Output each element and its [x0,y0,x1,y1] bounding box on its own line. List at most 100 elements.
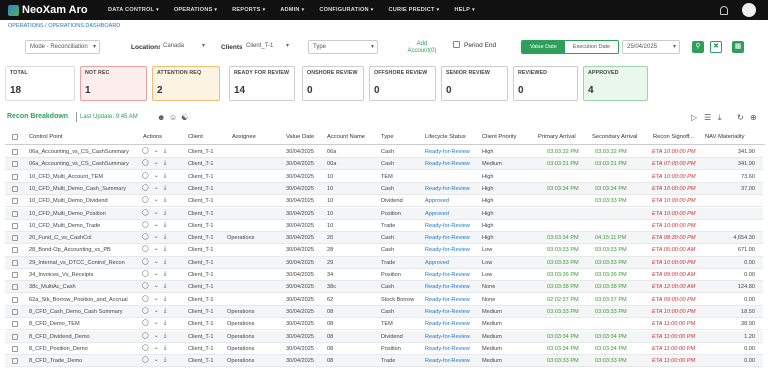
comment-icon[interactable]: ◯ [142,271,149,277]
download-icon[interactable]: ⤓ [164,185,167,191]
table-row[interactable]: 8_CFD_Position_Demo Client_T-1 Operations 3… [5,343,763,355]
table-row[interactable]: 62a_Stk_Borrow_Position_and_Accrual Clien… [5,294,763,306]
list-icon[interactable]: ☰ [704,113,711,122]
nav-item[interactable]: OPERATIONS ▾ [174,7,217,13]
cell-cp[interactable]: 10_CFD_Multi_Demo_Position [29,211,106,217]
download-icon[interactable]: ⤓ [164,320,167,326]
cell-cp[interactable]: 10_CFD_Multi_Demo_Dividend [29,198,108,204]
row-checkbox[interactable] [12,296,18,303]
table-row[interactable]: 10_CFD_Multi_Demo_Position Client_T-1 30/0… [5,207,763,220]
nav-item[interactable]: HELP ▾ [454,7,474,13]
app-logo[interactable]: NeoXam Aro [8,4,108,16]
cell-status[interactable]: Ready-for-Review [425,334,470,340]
row-checkbox[interactable] [12,185,18,192]
table-row[interactable]: 10_CFD_Multi_Account_TEM Client_T-1 30/04/… [5,171,763,183]
table-row[interactable]: 10_CFD_Multi_Demo_Cash_Summary Client_T-1… [5,182,763,196]
execution-date-tab[interactable]: Execution Date [564,41,619,53]
user-icon[interactable]: ☻ [157,113,165,122]
download-icon[interactable]: ⤓ [164,197,167,203]
cell-cp[interactable]: 20_Fund_C_vs_CashCol [29,235,92,241]
table-row[interactable]: 8_CFD_Trade_Demo Client_T-1 Operations 30/0… [5,355,763,368]
avatar[interactable] [742,3,756,17]
status-card[interactable]: ONSHORE REVIEW 0 [302,66,364,101]
cell-cp[interactable]: 8_CFD_Position_Demo [29,346,88,352]
cell-status[interactable]: Approved [425,260,449,266]
chevron-down-icon[interactable]: ⌄ [154,185,159,191]
download-icon[interactable]: ⤓ [164,210,167,216]
period-end-checkbox[interactable] [453,41,460,48]
chevron-down-icon[interactable]: ⌄ [154,234,159,240]
column-header[interactable]: Client Priority [482,134,516,140]
download-icon[interactable]: ⤓ [164,259,167,265]
column-header[interactable]: Recon Signoff... [653,134,694,140]
comment-icon[interactable]: ◯ [142,320,149,326]
row-checkbox[interactable] [12,308,18,315]
table-row[interactable]: 10_CFD_Multi_Demo_Trade Client_T-1 30/04/2… [5,220,763,232]
row-checkbox[interactable] [12,161,18,168]
cell-cp[interactable]: 06a_Accounting_vs_CS_CashSummary [29,161,129,167]
download-icon[interactable]: ⤓ [164,345,167,351]
comment-icon[interactable]: ◯ [142,246,149,252]
status-card[interactable]: ATTENTION REQ 2 [152,66,220,101]
table-row[interactable]: 34_Invoices_Vs_Receipts Client_T-1 30/04/2… [5,269,763,282]
column-header[interactable]: Account Name [327,134,365,140]
chevron-down-icon[interactable]: ⌄ [154,160,159,166]
users-icon[interactable]: ☯ [181,113,188,122]
table-row[interactable]: 29_Internal_vs_DTCC_Control_Recon Client_… [5,256,763,269]
row-checkbox[interactable] [12,333,18,340]
cell-cp[interactable]: 34_Invoices_Vs_Receipts [29,272,93,278]
comment-icon[interactable]: ◯ [142,148,149,154]
status-card[interactable]: APPROVED 4 [583,66,648,101]
row-checkbox[interactable] [12,272,18,278]
refresh-icon[interactable]: ↻ [737,113,744,122]
cell-cp[interactable]: 10_CFD_Multi_Demo_Cash_Summary [29,186,126,192]
column-header[interactable]: Value Date [286,134,314,140]
download-icon[interactable]: ⤓ [164,271,167,277]
chevron-down-icon[interactable]: ⌄ [154,357,159,363]
comment-icon[interactable]: ◯ [142,345,149,351]
clients-select[interactable]: Client_T-1 [242,40,292,54]
cell-status[interactable]: Ready-for-Review [425,235,470,241]
row-checkbox[interactable] [12,321,18,328]
comment-icon[interactable]: ◯ [142,234,149,240]
row-checkbox[interactable] [12,210,18,217]
status-card[interactable]: OFFSHORE REVIEW 0 [369,66,436,101]
chevron-down-icon[interactable]: ⌄ [154,259,159,265]
status-card[interactable]: SENIOR REVIEW 0 [441,66,508,101]
type-select[interactable]: Type [308,40,378,54]
cell-cp[interactable]: 62a_Stk_Borrow_Position_and_Accrual [29,297,128,303]
chevron-down-icon[interactable]: ⌄ [154,210,159,216]
table-row[interactable]: 8_CFD_Dividend_Demo Client_T-1 Operations 3… [5,330,763,343]
row-checkbox[interactable] [12,259,18,266]
row-checkbox[interactable] [12,284,18,291]
bell-icon[interactable] [720,5,728,15]
table-row[interactable]: 06a_Accounting_vs_CS_CashSummary Client_T… [5,146,763,159]
status-card[interactable]: TOTAL 18 [5,66,75,101]
row-checkbox[interactable] [12,198,18,205]
download-icon[interactable]: ⤓ [164,160,167,166]
cell-cp[interactable]: 29_Internal_vs_DTCC_Control_Recon [29,260,125,266]
column-header[interactable]: Secondary Arrival [592,134,637,140]
cell-status[interactable]: Ready-for-Review [425,223,470,229]
download-icon[interactable]: ⤓ [164,357,167,363]
add-icon[interactable]: ⊕ [750,113,757,122]
row-checkbox[interactable] [12,247,18,254]
download-icon[interactable]: ⤓ [164,308,167,314]
breadcrumb[interactable]: OPERATIONS / OPERATIONS DASHBOARD [0,20,768,30]
comment-icon[interactable]: ◯ [142,283,149,289]
download-icon[interactable]: ⤓ [164,173,167,179]
download-icon[interactable]: ⤓ [164,234,167,240]
download-icon[interactable]: ⤓ [164,283,167,289]
chevron-down-icon[interactable]: ⌄ [154,173,159,179]
table-row[interactable]: 10_CFD_Multi_Demo_Dividend Client_T-1 30/0… [5,195,763,208]
comment-icon[interactable]: ◯ [142,197,149,203]
search-button[interactable]: ⚲ [692,41,704,53]
cell-status[interactable]: Ready-for-Review [425,297,470,303]
status-card[interactable]: READY FOR REVIEW 14 [229,66,295,101]
comment-icon[interactable]: ◯ [142,333,149,339]
cell-status[interactable]: Ready-for-Review [425,161,470,167]
chevron-down-icon[interactable]: ⌄ [154,320,159,326]
row-checkbox[interactable] [12,149,18,155]
table-row[interactable]: 20_Fund_C_vs_CashCol Client_T-1 Operations… [5,232,763,245]
cell-status[interactable]: Ready-for-Review [425,247,470,253]
